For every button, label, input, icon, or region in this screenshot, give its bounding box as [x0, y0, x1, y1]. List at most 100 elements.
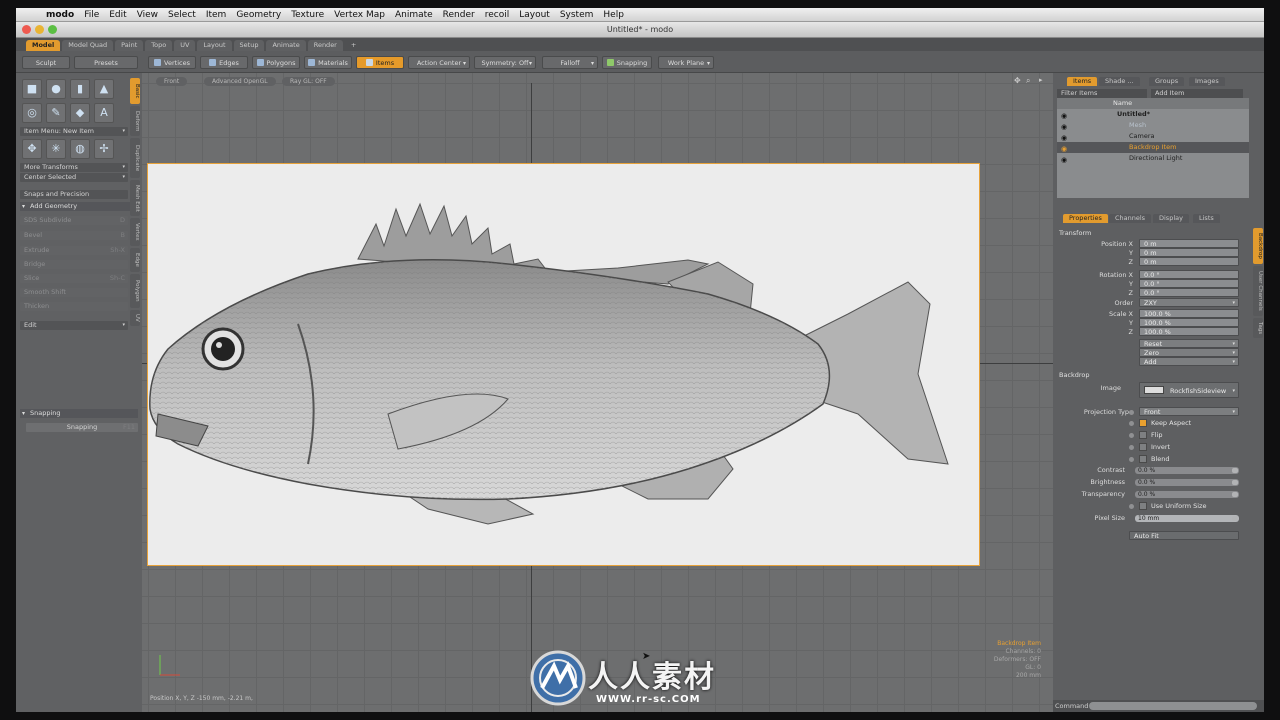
view-type-button[interactable]: Front — [156, 77, 188, 86]
item-row-light[interactable]: ◉ Directional Light — [1057, 153, 1249, 164]
blend-checkbox[interactable] — [1139, 455, 1147, 463]
ray-gl-button[interactable]: Ray GL: OFF — [282, 77, 335, 86]
tool-slice[interactable]: Slice Sh-C — [20, 274, 128, 283]
scale-icon[interactable]: ◍ — [70, 139, 90, 159]
eye-icon[interactable]: ◉ — [1061, 155, 1067, 166]
scale-z-field[interactable]: 100.0 % — [1139, 327, 1239, 336]
tab-model-quad[interactable]: Model Quad — [62, 40, 114, 51]
move-icon[interactable]: ✥ — [22, 139, 42, 159]
symmetry-dropdown[interactable]: Symmetry: Off ▾ — [474, 56, 536, 69]
tab-model[interactable]: Model — [26, 40, 61, 51]
tool-smooth-shift[interactable]: Smooth Shift — [20, 288, 128, 297]
item-menu-dropdown[interactable]: Item Menu: New Item ▾ — [20, 127, 128, 136]
more-transforms-dropdown[interactable]: More Transforms ▾ — [20, 163, 128, 172]
use-uniform-size-checkbox[interactable] — [1139, 502, 1147, 510]
flip-checkbox[interactable] — [1139, 431, 1147, 439]
add-item-dropdown[interactable]: Add Item — [1151, 89, 1243, 98]
tab-lists[interactable]: Lists — [1193, 214, 1220, 223]
position-z-field[interactable]: 0 m — [1139, 257, 1239, 266]
side-tab-duplicate[interactable]: Duplicate — [130, 138, 140, 178]
envelope-icon[interactable] — [1232, 468, 1238, 473]
add-geometry-section[interactable]: Add Geometry — [20, 202, 138, 211]
backdrop-image[interactable] — [147, 163, 980, 566]
edit-dropdown[interactable]: Edit ▾ — [20, 321, 128, 330]
order-dropdown[interactable]: ZXY ▾ — [1139, 298, 1239, 307]
pen-icon[interactable]: ✎ — [46, 103, 66, 123]
work-plane-dropdown[interactable]: Work Plane ▾ — [658, 56, 714, 69]
invert-checkbox[interactable] — [1139, 443, 1147, 451]
transparency-slider[interactable]: 0.0 % — [1135, 491, 1239, 498]
envelope-icon[interactable] — [1232, 480, 1238, 485]
item-row-scene[interactable]: ◉ Untitled* — [1057, 109, 1249, 120]
animate-dot-icon[interactable] — [1129, 504, 1134, 509]
shading-mode-button[interactable]: Advanced OpenGL — [204, 77, 276, 86]
tab-setup[interactable]: Setup — [233, 40, 265, 51]
tool-sds-subdivide[interactable]: SDS Subdivide D — [20, 216, 128, 225]
app-name-menu[interactable]: modo — [46, 10, 74, 20]
menu-animate[interactable]: Animate — [395, 10, 433, 20]
3d-viewport[interactable]: Front Advanced OpenGL Ray GL: OFF ✥ ⌕ ▸ — [142, 73, 1053, 712]
command-input[interactable] — [1089, 702, 1257, 710]
side-tab-edge[interactable]: Edge — [130, 248, 140, 272]
rotation-z-field[interactable]: 0.0 ° — [1139, 288, 1239, 297]
menu-file[interactable]: File — [84, 10, 99, 20]
snapping-toggle[interactable]: Snapping F11 — [26, 423, 138, 432]
menu-select[interactable]: Select — [168, 10, 196, 20]
contrast-slider[interactable]: 0.0 % — [1135, 467, 1239, 474]
add-tab-button[interactable]: + — [345, 40, 362, 51]
falloff-dropdown[interactable]: Falloff ▾ — [542, 56, 598, 69]
item-row-mesh[interactable]: ◉ Mesh — [1057, 120, 1249, 131]
backdrop-section[interactable]: Backdrop — [1059, 371, 1090, 379]
menu-recoil[interactable]: recoil — [485, 10, 510, 20]
tool-thicken[interactable]: Thicken — [20, 302, 128, 311]
tab-layout[interactable]: Layout — [197, 40, 232, 51]
auto-fit-button[interactable]: Auto Fit — [1129, 531, 1239, 540]
tab-channels[interactable]: Channels — [1109, 214, 1152, 223]
side-tab-deform[interactable]: Deform — [130, 106, 140, 136]
side-tab-basic[interactable]: Basic — [130, 78, 140, 104]
text-icon[interactable]: A — [94, 103, 114, 123]
viewport-menu-icon[interactable]: ▸ — [1039, 76, 1043, 84]
zero-dropdown[interactable]: Zero ▾ — [1139, 348, 1239, 357]
add-dropdown[interactable]: Add ▾ — [1139, 357, 1239, 366]
menu-render[interactable]: Render — [443, 10, 475, 20]
side-tab-backdrop[interactable]: Backdrop — [1253, 228, 1263, 264]
position-y-field[interactable]: 0 m — [1139, 248, 1239, 257]
side-tab-user-channels[interactable]: User Channels — [1253, 266, 1263, 316]
envelope-icon[interactable] — [1232, 516, 1238, 521]
edges-button[interactable]: Edges — [200, 56, 248, 69]
animate-dot-icon[interactable] — [1129, 457, 1134, 462]
transform-icon[interactable]: ✢ — [94, 139, 114, 159]
scale-x-field[interactable]: 100.0 % — [1139, 309, 1239, 318]
rotation-y-field[interactable]: 0.0 ° — [1139, 279, 1239, 288]
envelope-icon[interactable] — [1232, 492, 1238, 497]
tab-items[interactable]: Items — [1067, 77, 1098, 86]
rotation-x-field[interactable]: 0.0 ° — [1139, 270, 1239, 279]
presets-button[interactable]: Presets — [74, 56, 138, 69]
tab-uv[interactable]: UV — [174, 40, 196, 51]
position-x-field[interactable]: 0 m — [1139, 239, 1239, 248]
projection-type-dropdown[interactable]: Front ▾ — [1139, 407, 1239, 416]
animate-dot-icon[interactable] — [1129, 433, 1134, 438]
tab-animate[interactable]: Animate — [266, 40, 306, 51]
tab-properties[interactable]: Properties — [1063, 214, 1108, 223]
snapping-button[interactable]: Snapping — [602, 56, 652, 69]
menu-item[interactable]: Item — [206, 10, 227, 20]
action-center-dropdown[interactable]: Action Center ▾ — [408, 56, 470, 69]
menu-view[interactable]: View — [137, 10, 158, 20]
tab-display[interactable]: Display — [1153, 214, 1189, 223]
torus-icon[interactable]: ◎ — [22, 103, 42, 123]
cube-icon[interactable]: ■ — [22, 79, 42, 99]
menu-system[interactable]: System — [560, 10, 594, 20]
keep-aspect-checkbox[interactable] — [1139, 419, 1147, 427]
pan-icon[interactable]: ✥ — [1014, 76, 1021, 85]
cylinder-icon[interactable]: ▮ — [70, 79, 90, 99]
menu-vertex-map[interactable]: Vertex Map — [334, 10, 385, 20]
scale-y-field[interactable]: 100.0 % — [1139, 318, 1239, 327]
reset-dropdown[interactable]: Reset ▾ — [1139, 339, 1239, 348]
menu-layout[interactable]: Layout — [519, 10, 550, 20]
menu-texture[interactable]: Texture — [291, 10, 324, 20]
tool-extrude[interactable]: Extrude Sh-X — [20, 246, 128, 255]
plane-icon[interactable]: ◆ — [70, 103, 90, 123]
tab-topo[interactable]: Topo — [145, 40, 173, 51]
